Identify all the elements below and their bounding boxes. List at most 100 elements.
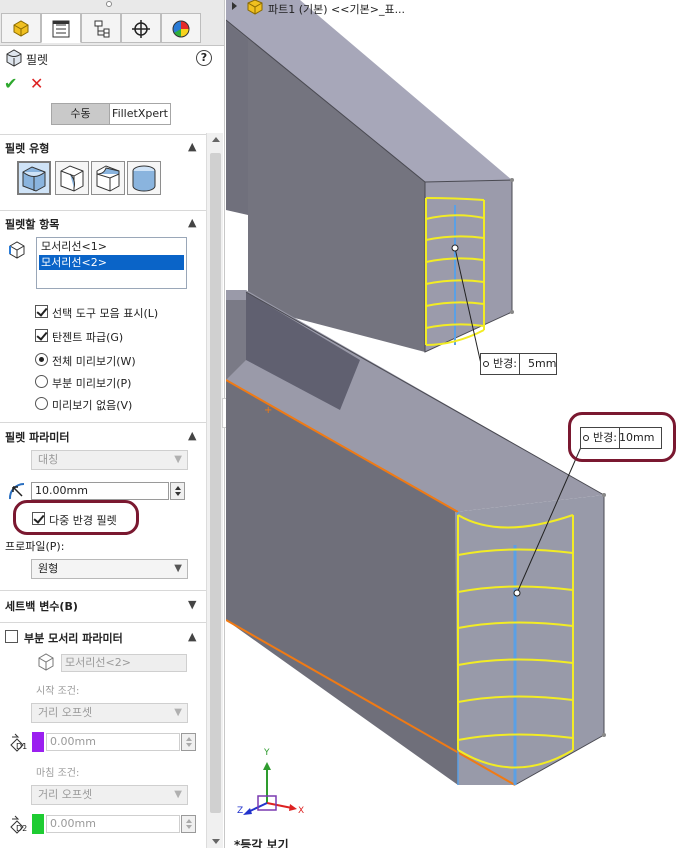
help-icon[interactable]: ?	[196, 50, 212, 66]
panel-grip[interactable]	[106, 1, 112, 7]
triad-z-label: Z	[237, 806, 244, 816]
view-orientation-label: *등각 보기	[234, 838, 289, 848]
partial-edge-parameters-title[interactable]: 부분 모서리 파라미터	[24, 630, 123, 646]
partial-preview-radio[interactable]	[35, 375, 48, 388]
d1-distance-spinner[interactable]	[181, 733, 196, 751]
expand-caret-icon[interactable]: ▼	[188, 599, 200, 610]
radius-icon	[8, 482, 25, 500]
end-condition-label: 마침 조건:	[36, 768, 80, 779]
collapse-caret-icon[interactable]: ▲	[188, 217, 200, 228]
items-to-fillet-title[interactable]: 필렛할 항목	[5, 216, 59, 232]
chevron-down-icon: ▼	[174, 707, 182, 718]
full-preview-radio[interactable]	[35, 353, 48, 366]
configuration-icon	[94, 20, 110, 38]
manual-mode-button[interactable]: 수동	[52, 104, 110, 124]
profile-select[interactable]: 원형 ▼	[31, 559, 188, 579]
divider	[0, 134, 206, 135]
symmetry-value: 대칭	[38, 453, 59, 466]
end-condition-value: 거리 오프셋	[38, 788, 93, 801]
tab-feature-manager[interactable]	[1, 13, 41, 43]
partial-edge-parameters-checkbox[interactable]	[5, 630, 18, 643]
start-condition-value: 거리 오프셋	[38, 706, 93, 719]
mode-toggle: 수동 FilletXpert	[51, 103, 171, 125]
d2-distance-input[interactable]: 0.00mm	[46, 815, 180, 833]
full-round-fillet-button[interactable]	[127, 161, 161, 195]
constant-size-fillet-button[interactable]	[17, 161, 51, 195]
fillet-feature-icon	[6, 49, 22, 67]
scroll-thumb[interactable]	[210, 153, 221, 813]
tab-property-manager[interactable]	[41, 13, 81, 43]
panel-scrollbar[interactable]	[206, 133, 223, 848]
edge-selection-icon	[38, 653, 54, 671]
part-name: 파트1 (기본) <<기본>_표...	[268, 3, 406, 16]
end-condition-select[interactable]: 거리 오프셋 ▼	[31, 785, 188, 805]
collapse-caret-icon[interactable]: ▲	[188, 430, 200, 441]
show-selection-toolbar-checkbox[interactable]	[35, 305, 48, 318]
highlight-annotation	[568, 412, 676, 462]
profile-value: 원형	[38, 562, 59, 575]
chevron-down-icon: ▼	[174, 563, 182, 574]
highlight-annotation	[13, 500, 139, 535]
d1-tag: D1	[16, 742, 28, 751]
edge-selection-list[interactable]: 모서리선<1> 모서리선<2>	[36, 237, 187, 289]
lower-end-face	[455, 495, 604, 785]
property-list-icon	[52, 20, 70, 38]
symmetry-select[interactable]: 대칭 ▼	[31, 450, 188, 470]
tab-configuration-manager[interactable]	[81, 13, 121, 43]
tab-display-manager[interactable]	[161, 13, 201, 43]
cancel-button[interactable]: ✕	[30, 74, 43, 93]
face-fillet-button[interactable]	[91, 161, 125, 195]
scroll-up-icon[interactable]	[212, 137, 220, 142]
list-item[interactable]: 모서리선<2>	[39, 255, 184, 270]
triad-y-label: Y	[264, 748, 270, 758]
collapse-caret-icon[interactable]: ▲	[188, 631, 200, 642]
radius-callout-upper[interactable]: 반경: 5mm	[480, 353, 557, 375]
face-fillet-icon	[96, 165, 120, 192]
graphics-area[interactable]: + Y Z X 파트1 (기본) <<기본>_표... 반경: 5mm 반경: …	[226, 0, 681, 848]
option-label: 미리보기 없음(V)	[52, 399, 133, 412]
full-round-fillet-icon	[132, 165, 156, 192]
radius-input[interactable]: 10.00mm	[31, 482, 169, 500]
option-label: 부분 미리보기(P)	[52, 377, 132, 390]
start-condition-select[interactable]: 거리 오프셋 ▼	[31, 703, 188, 723]
callout-value[interactable]: 5mm	[525, 354, 556, 374]
variable-size-fillet-button[interactable]	[55, 161, 89, 195]
axis-triad	[243, 762, 297, 815]
partial-edge-field[interactable]: 모서리선<2>	[61, 654, 187, 672]
property-manager: 필렛 ? ✔ ✕ 수동 FilletXpert 필렛 유형 ▲ 필렛할 항목 ▲…	[0, 0, 225, 848]
list-item[interactable]: 모서리선<1>	[39, 239, 184, 254]
filletxpert-mode-button[interactable]: FilletXpert	[110, 104, 170, 124]
no-preview-radio[interactable]	[35, 397, 48, 410]
appearance-pie-icon	[172, 20, 190, 38]
profile-label: 프로파일(P):	[5, 540, 65, 553]
page-title: 필렛	[26, 53, 49, 67]
fillet-parameters-title[interactable]: 필렛 파라미터	[5, 429, 70, 445]
start-condition-label: 시작 조건:	[36, 686, 80, 697]
edge-selection-icon	[9, 241, 25, 259]
collapse-caret-icon[interactable]: ▲	[188, 141, 200, 152]
divider	[0, 590, 206, 591]
divider	[0, 622, 206, 623]
option-label: 전체 미리보기(W)	[52, 355, 136, 368]
expand-arrow-icon[interactable]	[232, 2, 237, 10]
d2-distance-spinner[interactable]	[181, 815, 196, 833]
constant-size-fillet-icon	[22, 166, 46, 192]
part-icon	[247, 0, 263, 15]
svg-text:+: +	[264, 405, 272, 416]
tangent-propagation-checkbox[interactable]	[35, 329, 48, 342]
setback-parameters-title[interactable]: 세트백 변수(B)	[5, 598, 78, 614]
option-label: 선택 도구 모음 표시(L)	[52, 307, 159, 320]
divider	[0, 210, 206, 211]
radius-spinner[interactable]	[170, 482, 185, 500]
scroll-down-icon[interactable]	[212, 839, 220, 844]
variable-size-fillet-icon	[60, 165, 84, 192]
chevron-down-icon: ▼	[174, 454, 182, 465]
d1-distance-input[interactable]: 0.00mm	[46, 733, 180, 751]
fillet-type-title[interactable]: 필렛 유형	[5, 140, 49, 156]
feature-tree-icon	[13, 20, 29, 37]
ok-button[interactable]: ✔	[4, 74, 17, 93]
chevron-down-icon: ▼	[174, 789, 182, 800]
tab-dimxpert-manager[interactable]	[121, 13, 161, 43]
d2-color-swatch	[32, 814, 44, 834]
option-label: 탄젠트 파급(G)	[52, 331, 124, 344]
